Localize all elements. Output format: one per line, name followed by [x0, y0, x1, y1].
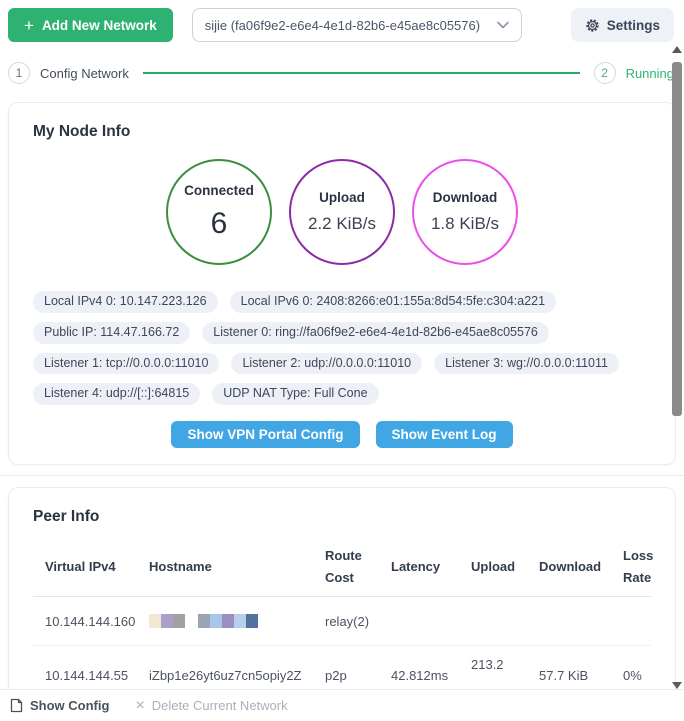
delete-network-label: Delete Current Network: [152, 698, 288, 713]
document-icon: [10, 698, 23, 713]
tag-listener-2: Listener 2: udp://0.0.0.0:11010: [231, 353, 422, 375]
bottom-toolbar: Show Config × Delete Current Network: [0, 689, 684, 721]
tag-row: Public IP: 114.47.166.72 Listener 0: rin…: [33, 322, 651, 344]
download-stat-circle: Download 1.8 KiB/s: [412, 159, 518, 265]
step-1-label: Config Network: [40, 66, 129, 81]
section-divider: [0, 475, 684, 476]
add-new-network-label: Add New Network: [42, 18, 157, 33]
col-route-cost: Route Cost: [325, 545, 391, 589]
col-latency: Latency: [391, 556, 471, 578]
cell-route-cost: relay(2): [325, 614, 391, 629]
tag-listener-3: Listener 3: wg://0.0.0.0:11011: [434, 353, 619, 375]
cell-download: 57.7 KiB: [539, 668, 623, 683]
node-info-title: My Node Info: [33, 123, 651, 141]
node-stats: Connected 6 Upload 2.2 KiB/s Download 1.…: [33, 159, 651, 265]
tag-row: Local IPv4 0: 10.147.223.126 Local IPv6 …: [33, 291, 651, 313]
scrollbar-thumb[interactable]: [672, 62, 682, 416]
tag-udp-nat-type: UDP NAT Type: Full Cone: [212, 383, 378, 405]
step-2-number: 2: [601, 66, 608, 80]
tag-listener-4: Listener 4: udp://[::]:64815: [33, 383, 200, 405]
show-config-button[interactable]: Show Config: [10, 698, 109, 713]
table-row: 10.144.144.160 relay(2): [33, 597, 651, 646]
node-actions: Show VPN Portal Config Show Event Log: [33, 421, 651, 448]
tag-local-ipv4: Local IPv4 0: 10.147.223.126: [33, 291, 218, 313]
col-hostname: Hostname: [149, 556, 325, 578]
tag-listener-1: Listener 1: tcp://0.0.0.0:11010: [33, 353, 219, 375]
cell-upload: 213.2: [471, 657, 539, 672]
step-2-circle[interactable]: 2: [594, 62, 616, 84]
gear-icon: [585, 18, 600, 33]
scroll-up-arrow-icon[interactable]: [672, 46, 682, 53]
cell-latency: 42.812ms: [391, 668, 471, 683]
step-connector-line: [143, 72, 580, 74]
col-upload: Upload: [471, 556, 539, 578]
cell-route-cost: p2p: [325, 668, 391, 683]
network-select[interactable]: sijie (fa06f9e2-e6e4-4e1d-82b6-e45ae8c05…: [192, 8, 522, 42]
peer-info-card: Peer Info Virtual IPv4 Hostname Route Co…: [8, 487, 676, 704]
step-indicator: 1 Config Network 2 Running: [0, 50, 684, 94]
peer-table-header: Virtual IPv4 Hostname Route Cost Latency…: [33, 538, 651, 597]
cell-hostname: iZbp1e26yt6uz7cn5opiy2Z: [149, 668, 325, 683]
node-tags: Local IPv4 0: 10.147.223.126 Local IPv6 …: [33, 291, 651, 405]
close-icon: ×: [135, 698, 144, 714]
add-new-network-button[interactable]: + Add New Network: [8, 8, 173, 42]
col-download: Download: [539, 556, 623, 578]
cell-loss-rate: 0%: [623, 668, 651, 683]
scroll-down-arrow-icon[interactable]: [672, 682, 682, 689]
upload-value: 2.2 KiB/s: [308, 214, 376, 234]
network-select-value: sijie (fa06f9e2-e6e4-4e1d-82b6-e45ae8c05…: [205, 18, 480, 33]
tag-local-ipv6: Local IPv6 0: 2408:8266:e01:155a:8d54:5f…: [230, 291, 556, 313]
col-loss-rate: Loss Rate: [623, 545, 661, 589]
show-event-log-button[interactable]: Show Event Log: [376, 421, 513, 448]
my-node-info-card: My Node Info Connected 6 Upload 2.2 KiB/…: [8, 102, 676, 465]
peer-table: Virtual IPv4 Hostname Route Cost Latency…: [33, 538, 651, 704]
connected-label: Connected: [184, 183, 254, 198]
upload-label: Upload: [319, 190, 365, 205]
tag-row: Listener 4: udp://[::]:64815 UDP NAT Typ…: [33, 383, 651, 405]
download-label: Download: [433, 190, 498, 205]
redacted-hostname: [149, 614, 325, 628]
connected-stat-circle: Connected 6: [166, 159, 272, 265]
cell-virtual-ipv4: 10.144.144.55: [45, 668, 149, 683]
step-1-number: 1: [16, 66, 23, 80]
download-value: 1.8 KiB/s: [431, 214, 499, 234]
app-window: + Add New Network sijie (fa06f9e2-e6e4-4…: [0, 0, 684, 704]
top-toolbar: + Add New Network sijie (fa06f9e2-e6e4-4…: [0, 0, 684, 50]
delete-current-network-button[interactable]: × Delete Current Network: [135, 698, 287, 714]
chevron-down-icon: [497, 21, 509, 29]
tag-row: Listener 1: tcp://0.0.0.0:11010 Listener…: [33, 353, 651, 375]
connected-value: 6: [211, 207, 228, 241]
upload-stat-circle: Upload 2.2 KiB/s: [289, 159, 395, 265]
step-1-circle[interactable]: 1: [8, 62, 30, 84]
col-virtual-ipv4: Virtual IPv4: [45, 556, 149, 578]
show-vpn-portal-config-button[interactable]: Show VPN Portal Config: [171, 421, 359, 448]
settings-button[interactable]: Settings: [571, 8, 674, 42]
peer-info-title: Peer Info: [33, 508, 651, 526]
plus-icon: +: [24, 17, 34, 34]
show-config-label: Show Config: [30, 698, 109, 713]
step-2-label: Running: [626, 66, 674, 81]
settings-label: Settings: [607, 18, 660, 33]
tag-public-ip: Public IP: 114.47.166.72: [33, 322, 190, 344]
cell-virtual-ipv4: 10.144.144.160: [45, 614, 149, 629]
tag-listener-0: Listener 0: ring://fa06f9e2-e6e4-4e1d-82…: [202, 322, 549, 344]
vertical-scrollbar[interactable]: [671, 46, 683, 689]
